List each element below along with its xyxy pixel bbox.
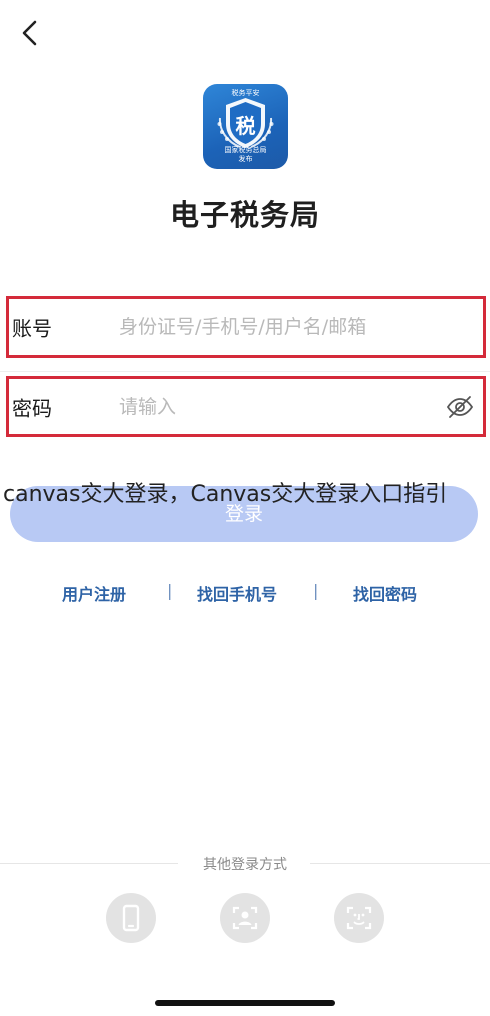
app-logo: 税务平安 税 国家税务总局 发布: [203, 84, 288, 169]
eye-off-icon: [446, 395, 474, 418]
password-label: 密码: [12, 396, 52, 420]
recover-phone-link[interactable]: 找回手机号: [197, 581, 277, 605]
account-links: 用户注册 | 找回手机号 | 找回密码: [0, 578, 490, 606]
phone-login-button[interactable]: [106, 893, 156, 943]
toggle-password-visibility[interactable]: [445, 392, 475, 422]
account-input[interactable]: [119, 310, 439, 344]
password-field: 密码: [6, 376, 486, 437]
account-field: 账号: [6, 296, 486, 358]
page-title: 电子税务局: [169, 198, 320, 232]
register-link[interactable]: 用户注册: [62, 581, 126, 605]
phone-icon: [122, 904, 140, 932]
logo-top-text: 税务平安: [231, 89, 260, 97]
chevron-left-icon: [22, 20, 37, 46]
other-login-divider-right: [310, 863, 490, 864]
account-label: 账号: [12, 316, 52, 341]
link-separator: |: [167, 581, 173, 600]
recover-password-link[interactable]: 找回密码: [353, 581, 417, 605]
logo-bottom-text: 国家税务总局 发布: [203, 146, 288, 164]
password-input[interactable]: [119, 389, 439, 424]
link-separator: |: [313, 581, 319, 600]
home-indicator: [155, 1000, 335, 1006]
other-login-title: 其他登录方式: [203, 857, 287, 873]
logo-character: 税: [235, 114, 256, 138]
logo-bottom-line2: 发布: [238, 155, 253, 163]
field-divider: [0, 371, 490, 372]
logo-bottom-line1: 国家税务总局: [224, 146, 267, 154]
face-card-icon: [232, 906, 258, 930]
face-card-login-button[interactable]: [220, 893, 270, 943]
login-button[interactable]: 登录: [10, 486, 478, 542]
face-scan-icon: [346, 906, 372, 930]
other-login-divider-left: [0, 863, 178, 864]
back-button[interactable]: [14, 16, 48, 50]
face-scan-login-button[interactable]: [334, 893, 384, 943]
